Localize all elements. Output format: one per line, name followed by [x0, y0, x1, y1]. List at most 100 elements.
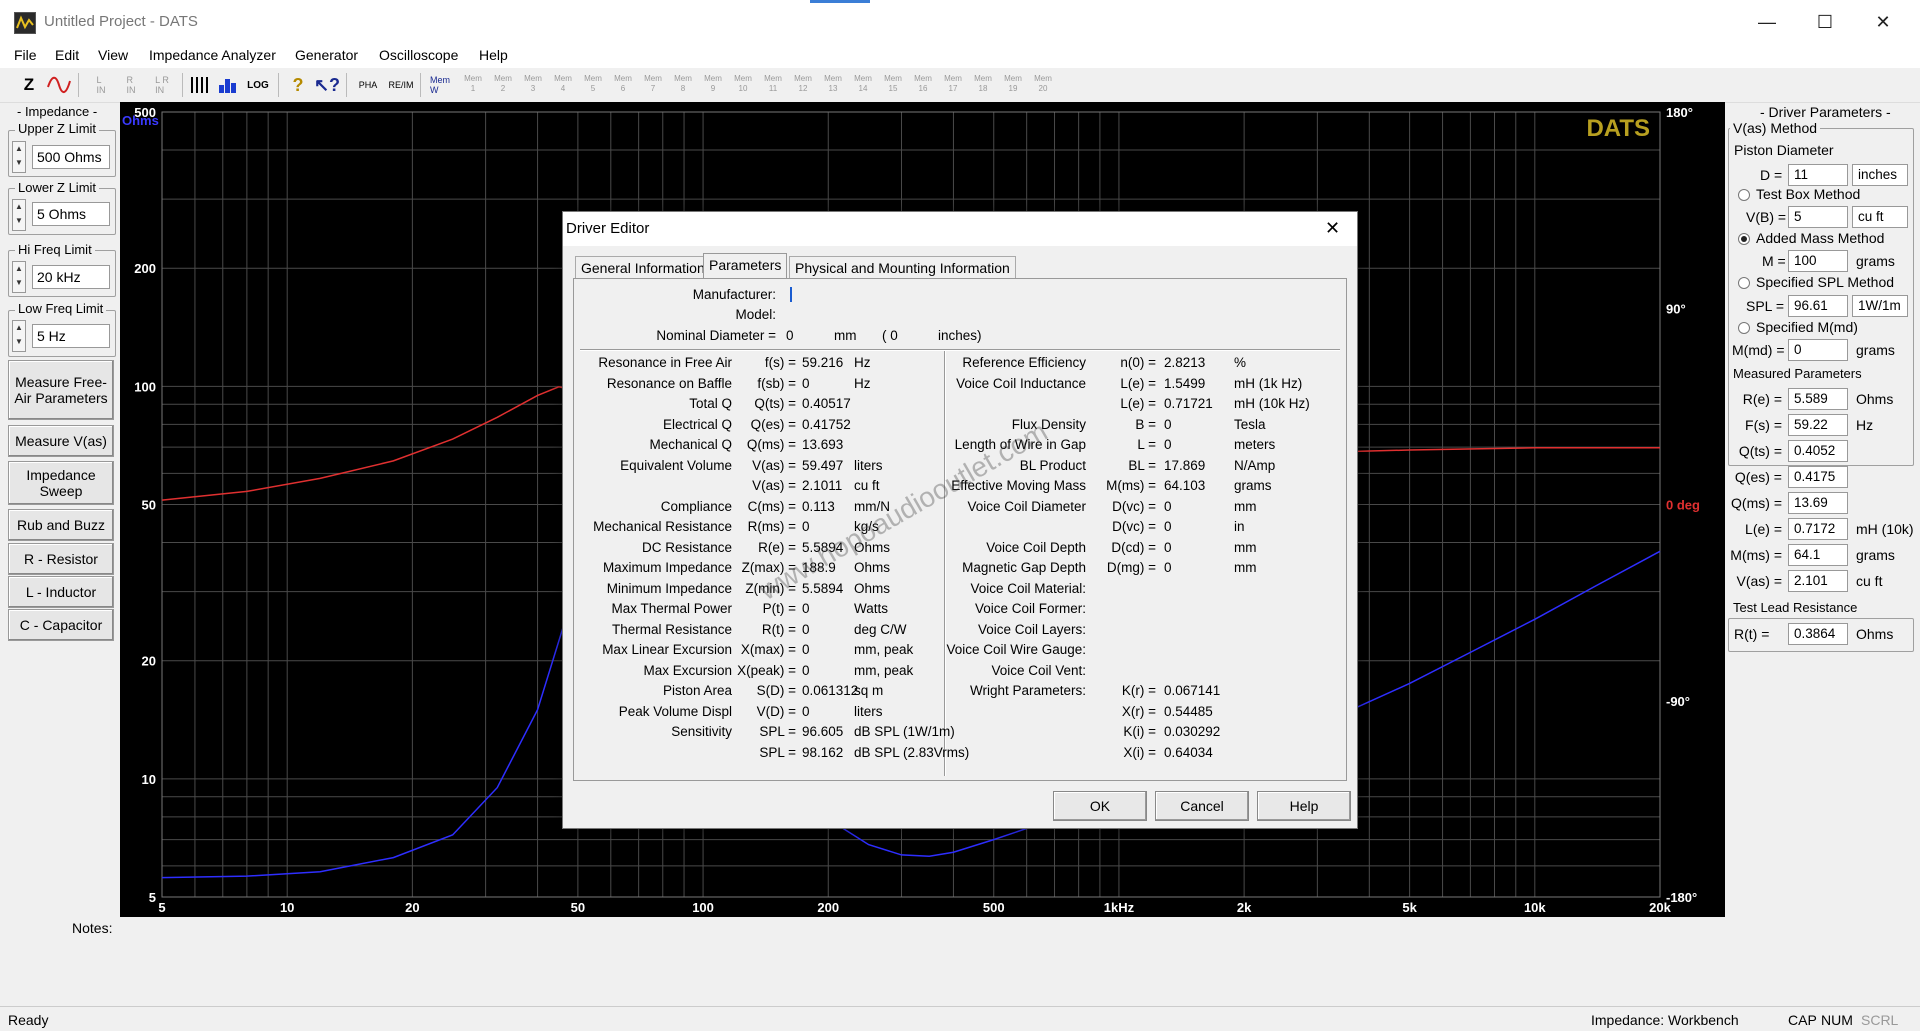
measured-value-field[interactable]: 0.4052	[1788, 440, 1848, 462]
parameter-value: 96.605	[802, 724, 844, 739]
right-input-button[interactable]: R IN	[118, 73, 144, 97]
y2-tick-label: 90°	[1666, 301, 1686, 316]
memory-write-button[interactable]: Mem W	[426, 73, 454, 97]
upper-z-spinner[interactable]: ▲ ▼	[12, 141, 26, 173]
measured-value-field[interactable]: 0.7172	[1788, 518, 1848, 540]
waveform-icon[interactable]	[45, 73, 73, 97]
memory-slot-button[interactable]: Mem 5	[580, 74, 606, 96]
re-im-button[interactable]: RE/IM	[386, 73, 416, 97]
log-scale-button[interactable]: LOG	[244, 73, 272, 97]
parameter-symbol: L(e) =	[1120, 396, 1156, 411]
phase-button[interactable]: PHA	[354, 73, 382, 97]
spl-field[interactable]: 96.61	[1788, 295, 1848, 317]
memory-slot-button[interactable]: Mem 14	[850, 74, 876, 96]
model-label: Model:	[735, 307, 776, 322]
tab-physical-mounting[interactable]: Physical and Mounting Information	[789, 256, 1016, 279]
measure-vas-button[interactable]: Measure V(as)	[8, 425, 114, 457]
menu-edit[interactable]: Edit	[55, 47, 79, 63]
piston-diameter-field[interactable]: 11	[1788, 164, 1848, 186]
menu-file[interactable]: File	[14, 47, 37, 63]
measured-value-field[interactable]: 64.1	[1788, 544, 1848, 566]
status-cap: CAP	[1788, 1012, 1817, 1028]
dialog-close-icon[interactable]: ✕	[1325, 218, 1340, 239]
memory-slot-button[interactable]: Mem 20	[1030, 74, 1056, 96]
measured-value-field[interactable]: 59.22	[1788, 414, 1848, 436]
memory-slot-button[interactable]: Mem 2	[490, 74, 516, 96]
nominal-diameter-value: 0	[786, 328, 794, 343]
driver-parameters-panel: - Driver Parameters - V(as) Method Pisto…	[1726, 102, 1920, 652]
memory-slot-button[interactable]: Mem 9	[700, 74, 726, 96]
added-mass-field[interactable]: 100	[1788, 250, 1848, 272]
lower-z-spinner[interactable]: ▲ ▼	[12, 199, 26, 231]
memory-slot-button[interactable]: Mem 13	[820, 74, 846, 96]
measured-value-field[interactable]: 0.4175	[1788, 466, 1848, 488]
maximize-button[interactable]: ☐	[1796, 0, 1854, 44]
specified-spl-radio[interactable]	[1738, 277, 1750, 289]
low-freq-spinner[interactable]: ▲ ▼	[12, 320, 26, 352]
mmd-field[interactable]: 0	[1788, 339, 1848, 361]
inductor-button[interactable]: L - Inductor	[8, 576, 114, 608]
close-window-button[interactable]: ✕	[1854, 0, 1912, 44]
menu-oscilloscope[interactable]: Oscilloscope	[379, 47, 458, 63]
parameter-unit: Ohms	[854, 580, 891, 596]
memory-slot-button[interactable]: Mem 8	[670, 74, 696, 96]
memory-slot-button[interactable]: Mem 3	[520, 74, 546, 96]
memory-slot-button[interactable]: Mem 11	[760, 74, 786, 96]
manufacturer-field[interactable]	[790, 287, 792, 302]
cancel-button[interactable]: Cancel	[1155, 791, 1249, 821]
memory-slot-button[interactable]: Mem 18	[970, 74, 996, 96]
added-mass-radio[interactable]	[1738, 233, 1750, 245]
menu-impedance-analyzer[interactable]: Impedance Analyzer	[149, 47, 276, 63]
measure-free-air-button[interactable]: Measure Free-Air Parameters	[8, 360, 114, 420]
tab-general-information[interactable]: General Information	[575, 256, 711, 279]
specified-mmd-radio[interactable]	[1738, 322, 1750, 334]
parameter-value: 0.061312	[802, 683, 859, 698]
vb-unit[interactable]: cu ft	[1852, 206, 1908, 228]
hi-freq-field[interactable]: 20 kHz	[32, 265, 110, 289]
d-label: D =	[1760, 167, 1783, 183]
impedance-sweep-button[interactable]: Impedance Sweep	[8, 461, 114, 505]
rub-and-buzz-button[interactable]: Rub and Buzz	[8, 509, 114, 541]
minimize-button[interactable]: —	[1738, 0, 1796, 44]
memory-slot-button[interactable]: Mem 6	[610, 74, 636, 96]
grid-lines-icon[interactable]	[188, 73, 212, 97]
hi-freq-spinner[interactable]: ▲ ▼	[12, 261, 26, 293]
memory-slot-button[interactable]: Mem 15	[880, 74, 906, 96]
left-parameter-list: Resonance in Free Air f(s) = 59.216 Hz Reson…	[574, 355, 969, 775]
memory-slot-button[interactable]: Mem 16	[910, 74, 936, 96]
capacitor-button[interactable]: C - Capacitor	[8, 609, 114, 641]
memory-slot-button[interactable]: Mem 17	[940, 74, 966, 96]
memory-slot-button[interactable]: Mem 19	[1000, 74, 1026, 96]
rt-field[interactable]: 0.3864	[1788, 623, 1848, 645]
upper-z-field[interactable]: 500 Ohms	[32, 145, 110, 169]
ok-button[interactable]: OK	[1053, 791, 1147, 821]
help-button[interactable]: Help	[1257, 791, 1351, 821]
spl-unit[interactable]: 1W/1m	[1852, 295, 1908, 317]
memory-slot-button[interactable]: Mem 12	[790, 74, 816, 96]
memory-slot-button[interactable]: Mem 7	[640, 74, 666, 96]
bar-chart-icon[interactable]	[216, 73, 240, 97]
menu-help[interactable]: Help	[479, 47, 508, 63]
memory-slot-button[interactable]: Mem 1	[460, 74, 486, 96]
memory-slot-button[interactable]: Mem 4	[550, 74, 576, 96]
help-icon[interactable]: ?	[286, 73, 310, 97]
left-input-button[interactable]: L IN	[88, 73, 114, 97]
test-box-radio[interactable]	[1738, 189, 1750, 201]
menu-view[interactable]: View	[98, 47, 128, 63]
resistor-button[interactable]: R - Resistor	[8, 543, 114, 575]
menu-generator[interactable]: Generator	[295, 47, 358, 63]
low-freq-field[interactable]: 5 Hz	[32, 324, 110, 348]
lower-z-field[interactable]: 5 Ohms	[32, 202, 110, 226]
measured-parameters-list: R(e) = 5.589 Ohms F(s) = 59.22 Hz Q(ts) = 0.405…	[1726, 382, 1920, 622]
piston-diameter-unit[interactable]: inches	[1852, 164, 1908, 186]
stereo-input-button[interactable]: L R IN	[148, 73, 176, 97]
tab-parameters[interactable]: Parameters	[703, 253, 788, 280]
vb-field[interactable]: 5	[1788, 206, 1848, 228]
measured-value-field[interactable]: 2.101	[1788, 570, 1848, 592]
measured-value-field[interactable]: 5.589	[1788, 388, 1848, 410]
parameter-symbol: SPL =	[759, 744, 796, 760]
measured-value-field[interactable]: 13.69	[1788, 492, 1848, 514]
impedance-mode-button[interactable]: Z	[16, 73, 42, 97]
memory-slot-button[interactable]: Mem 10	[730, 74, 756, 96]
context-help-icon[interactable]: ↖?	[314, 73, 340, 97]
